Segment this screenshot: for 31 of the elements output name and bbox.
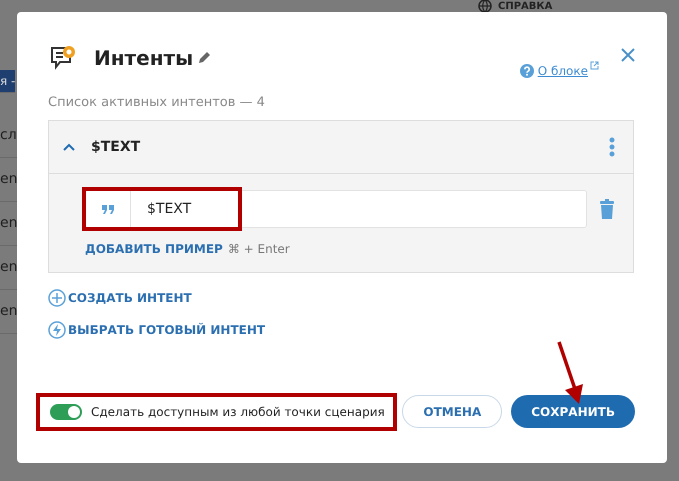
- delete-button[interactable]: [599, 199, 615, 219]
- list-item: я -: [0, 70, 16, 93]
- plus-circle-icon: [48, 289, 66, 307]
- close-button[interactable]: [621, 48, 635, 62]
- add-example-link[interactable]: ДОБАВИТЬ ПРИМЕР: [85, 242, 223, 256]
- trash-icon: [599, 199, 615, 219]
- toggle-label: Сделать доступным из любой точки сценария: [91, 404, 385, 418]
- pencil-icon: [197, 51, 212, 65]
- about-link[interactable]: О блоке: [538, 64, 588, 78]
- annotation-arrow: [556, 340, 586, 406]
- toggle-switch[interactable]: [50, 404, 82, 420]
- globe-icon: [478, 0, 492, 13]
- more-button[interactable]: [609, 137, 615, 157]
- close-icon: [621, 48, 635, 62]
- intent-count: Список активных интентов — 4: [48, 95, 266, 110]
- save-button[interactable]: СОХРАНИТЬ: [511, 395, 635, 428]
- collapse-button[interactable]: [63, 143, 75, 151]
- intent-name: $TEXT: [91, 139, 140, 155]
- create-intent-link[interactable]: СОЗДАТЬ ИНТЕНТ: [48, 289, 192, 307]
- shortcut-hint: ⌘ + Enter: [228, 242, 290, 256]
- lightning-circle-icon: [48, 321, 66, 339]
- example-field[interactable]: $TEXT: [85, 190, 587, 228]
- dialog-title: Интенты: [94, 46, 194, 70]
- help-menu[interactable]: СПРАВКА: [498, 0, 552, 12]
- external-link-icon: [590, 60, 599, 70]
- kebab-icon: [609, 137, 615, 157]
- cancel-button[interactable]: ОТМЕНА: [402, 395, 502, 428]
- chevron-up-icon: [63, 143, 75, 151]
- quote-icon: [101, 204, 115, 214]
- choose-intent-link[interactable]: ВЫБРАТЬ ГОТОВЫЙ ИНТЕНТ: [48, 321, 266, 339]
- question-icon: [520, 64, 534, 78]
